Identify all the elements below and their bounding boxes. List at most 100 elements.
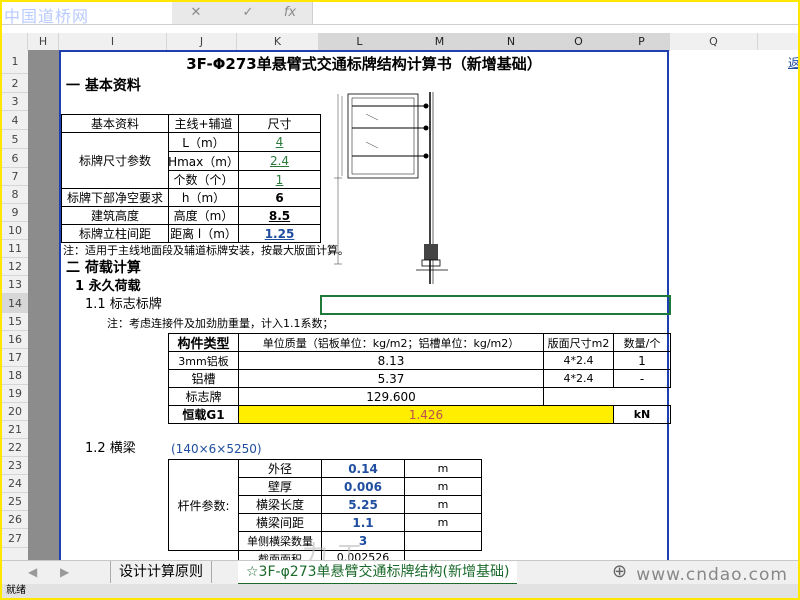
page-margin-left bbox=[28, 50, 59, 560]
next-sheet-icon[interactable]: ▶ bbox=[52, 561, 77, 583]
column-header[interactable]: J bbox=[167, 33, 237, 50]
beam-spacing-value[interactable]: 1.1 bbox=[321, 513, 405, 532]
row-header[interactable]: 22 bbox=[2, 439, 28, 457]
sign-board-mass[interactable]: 129.600 bbox=[238, 387, 544, 406]
row-header[interactable]: 16 bbox=[2, 331, 28, 349]
confirm-icon[interactable]: ✓ bbox=[234, 4, 262, 22]
header-basic: 基本资料 bbox=[61, 114, 169, 133]
selected-range[interactable] bbox=[320, 295, 671, 315]
sign-params-label: 标牌尺寸参数 bbox=[61, 132, 169, 189]
row-header[interactable]: 10 bbox=[2, 222, 28, 240]
row-header[interactable]: 18 bbox=[2, 367, 28, 385]
dead-load-value[interactable]: 1.426 bbox=[238, 405, 614, 424]
row-header[interactable]: 4 bbox=[2, 111, 28, 130]
column-headers: H I J K L M N O P Q bbox=[2, 33, 798, 51]
row-header[interactable]: 13 bbox=[2, 276, 28, 294]
row-header[interactable]: 20 bbox=[2, 403, 28, 421]
column-header[interactable]: I bbox=[59, 33, 167, 50]
height-value[interactable]: 8.5 bbox=[238, 206, 321, 225]
count-value[interactable]: 1 bbox=[238, 170, 321, 189]
watermark-bottom: www.cndao.com bbox=[636, 565, 788, 585]
row-header[interactable]: 25 bbox=[2, 493, 28, 511]
tab-calc-sheet[interactable]: ☆3F-φ273单悬臂交通标牌结构(新增基础) bbox=[238, 561, 518, 585]
row-header[interactable]: 17 bbox=[2, 349, 28, 367]
subsection-sign: 1.1 标志标牌 bbox=[85, 297, 162, 312]
column-header[interactable]: Q bbox=[670, 33, 758, 50]
row-header[interactable]: 2 bbox=[2, 74, 28, 93]
note-connector: 注：考虑连接件及加劲肋重量，计入1.1系数； bbox=[107, 317, 334, 330]
row-header[interactable]: 6 bbox=[2, 149, 28, 168]
column-header[interactable]: H bbox=[28, 33, 59, 50]
height-label: 高度（m） bbox=[168, 206, 239, 225]
wall-thickness-unit: m bbox=[404, 477, 482, 496]
row-header[interactable]: 14 bbox=[2, 294, 28, 313]
beam-length-value[interactable]: 5.25 bbox=[321, 495, 405, 514]
section-loads: 二 荷载计算 bbox=[66, 260, 141, 276]
header-unit-mass: 单位质量（铝板单位：kg/m2；铝槽单位：kg/m2） bbox=[238, 333, 544, 352]
row-header[interactable]: 7 bbox=[2, 168, 28, 186]
L-value[interactable]: 4 bbox=[238, 132, 321, 152]
status-bar: 就绪 bbox=[2, 584, 798, 598]
row-header[interactable]: 9 bbox=[2, 204, 28, 222]
select-all-corner[interactable] bbox=[2, 33, 28, 50]
row-header[interactable]: 11 bbox=[2, 240, 28, 258]
building-height-label: 建筑高度 bbox=[61, 206, 169, 225]
row-aluminum-plate: 3mm铝板 bbox=[168, 351, 239, 370]
column-header[interactable]: P bbox=[614, 33, 670, 50]
aluminum-channel-count[interactable]: - bbox=[613, 369, 671, 388]
beam-count-unit bbox=[404, 531, 482, 551]
row-header[interactable]: 24 bbox=[2, 475, 28, 493]
add-sheet-icon[interactable]: ⊕ bbox=[604, 561, 635, 583]
aluminum-plate-mass[interactable]: 8.13 bbox=[238, 351, 544, 370]
note-applicability: 注：适用于主线地面段及辅道标牌安装，按最大版面计算。 bbox=[63, 244, 349, 257]
tab-design-principles[interactable]: 设计计算原则 bbox=[110, 561, 212, 583]
row-header[interactable]: 23 bbox=[2, 457, 28, 475]
row-header[interactable]: 8 bbox=[2, 186, 28, 204]
outer-diameter-value[interactable]: 0.14 bbox=[321, 459, 405, 478]
wall-thickness-value[interactable]: 0.006 bbox=[321, 477, 405, 496]
aluminum-channel-mass[interactable]: 5.37 bbox=[238, 369, 544, 388]
row-header[interactable]: 3 bbox=[2, 93, 28, 111]
column-header[interactable]: M bbox=[401, 33, 479, 50]
formula-bar[interactable] bbox=[312, 2, 798, 24]
column-header[interactable]: O bbox=[544, 33, 614, 50]
row-header[interactable]: 1 bbox=[2, 50, 28, 74]
page-title: 3F-Φ273单悬臂式交通标牌结构计算书（新增基础） bbox=[186, 55, 542, 73]
function-icon[interactable]: fx bbox=[276, 4, 304, 22]
aluminum-channel-dim[interactable]: 4*2.4 bbox=[543, 369, 614, 388]
status-text: 就绪 bbox=[6, 585, 26, 596]
aluminum-plate-count[interactable]: 1 bbox=[613, 351, 671, 370]
wall-thickness-label: 壁厚 bbox=[238, 477, 322, 496]
aluminum-plate-dim[interactable]: 4*2.4 bbox=[543, 351, 614, 370]
row-headers: 1 2 3 4 5 6 7 8 9 10 11 12 13 14 15 16 1… bbox=[2, 50, 29, 560]
h-label: h（m） bbox=[168, 188, 239, 207]
Hmax-label: Hmax（m） bbox=[168, 151, 239, 171]
column-header[interactable]: L bbox=[319, 33, 401, 50]
prev-sheet-icon[interactable]: ◀ bbox=[20, 561, 45, 583]
row-header[interactable]: 15 bbox=[2, 313, 28, 331]
subsection-beam: 1.2 横梁 bbox=[85, 441, 136, 456]
L-label: L（m） bbox=[168, 132, 239, 152]
row-header[interactable]: 12 bbox=[2, 258, 28, 276]
formula-toolbar: 中国道桥网 ✕ ✓ fx bbox=[2, 2, 798, 26]
outer-diameter-label: 外径 bbox=[238, 459, 322, 478]
h-value[interactable]: 6 bbox=[238, 188, 321, 207]
return-link[interactable]: 返 bbox=[788, 54, 798, 71]
column-spacing-label: 标牌立柱间距 bbox=[61, 224, 169, 243]
header-count: 数量/个 bbox=[613, 333, 671, 352]
column-header[interactable]: K bbox=[237, 33, 319, 50]
count-label: 个数（个） bbox=[168, 170, 239, 189]
sheet-tabs: ◀ ▶ 设计计算原则 ☆3F-φ273单悬臂交通标牌结构(新增基础) ⊕ www… bbox=[2, 560, 798, 585]
row-header[interactable]: 27 bbox=[2, 529, 28, 548]
distance-value[interactable]: 1.25 bbox=[238, 224, 321, 243]
header-main: 主线+辅道 bbox=[168, 114, 239, 133]
excel-window: 中国道桥网 ✕ ✓ fx H I J K L M N O P Q 1 2 3 4… bbox=[0, 0, 800, 600]
column-header[interactable]: N bbox=[479, 33, 544, 50]
Hmax-value[interactable]: 2.4 bbox=[238, 151, 321, 171]
row-header[interactable]: 19 bbox=[2, 385, 28, 403]
row-header[interactable]: 21 bbox=[2, 421, 28, 439]
cancel-icon[interactable]: ✕ bbox=[182, 4, 210, 22]
print-area: 3F-Φ273单悬臂式交通标牌结构计算书（新增基础） 一 基本资料 基本资料 主… bbox=[59, 50, 671, 564]
row-header[interactable]: 26 bbox=[2, 511, 28, 529]
row-header[interactable]: 5 bbox=[2, 130, 28, 149]
